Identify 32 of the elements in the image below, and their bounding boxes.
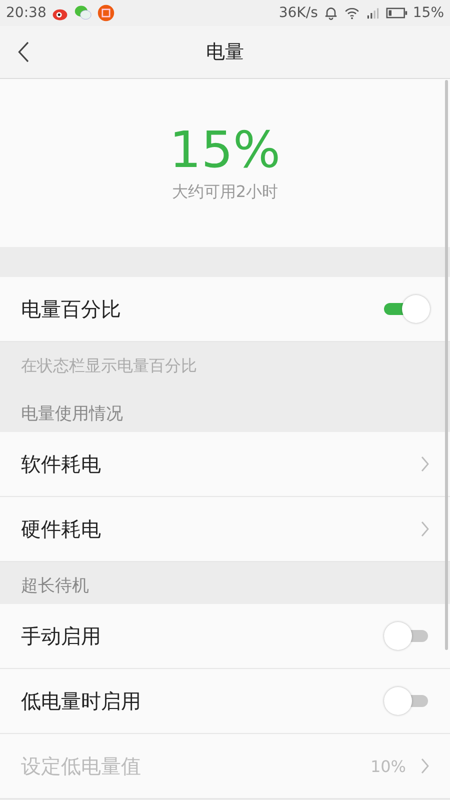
setting-label: 硬件耗电 — [21, 516, 102, 542]
setting-row[interactable]: 硬件耗电 — [0, 497, 450, 562]
setting-label: 设定低电量值 — [21, 752, 142, 780]
setting-value: 10% — [370, 756, 406, 776]
setting-row[interactable]: 手动启用 — [0, 604, 450, 669]
chat-bubble-icon — [74, 4, 92, 22]
page-title: 电量 — [206, 40, 244, 65]
battery-icon — [386, 6, 408, 20]
toggle-switch[interactable] — [384, 621, 430, 651]
setting-label: 手动启用 — [21, 622, 102, 650]
battery-level: 15% — [169, 123, 281, 178]
toggle-switch[interactable] — [384, 686, 430, 716]
toggle-switch[interactable] — [384, 294, 430, 324]
remaining-time: 大约可用2小时 — [172, 182, 278, 203]
chevron-right-icon — [420, 520, 430, 538]
setting-label: 软件耗电 — [21, 450, 102, 478]
signal-icon — [364, 5, 381, 21]
battery-percent: 15% — [412, 5, 444, 21]
network-speed: 36K/s — [278, 5, 318, 21]
setting-description: 在状态栏显示电量百分比 — [21, 356, 197, 376]
wifi-icon — [344, 5, 360, 21]
section-header: 超长待机 — [21, 575, 89, 597]
setting-label: 低电量时启用 — [21, 688, 142, 714]
chevron-right-icon — [420, 757, 430, 775]
section-header: 电量使用情况 — [21, 403, 123, 425]
setting-row[interactable]: 电量百分比 — [0, 277, 450, 342]
status-time: 20:38 — [6, 5, 46, 21]
bell-icon — [322, 5, 339, 21]
setting-label: 电量百分比 — [21, 296, 122, 322]
chevron-right-icon — [420, 455, 430, 473]
setting-row[interactable]: 低电量时启用 — [0, 669, 450, 734]
setting-row[interactable]: 软件耗电 — [0, 432, 450, 497]
